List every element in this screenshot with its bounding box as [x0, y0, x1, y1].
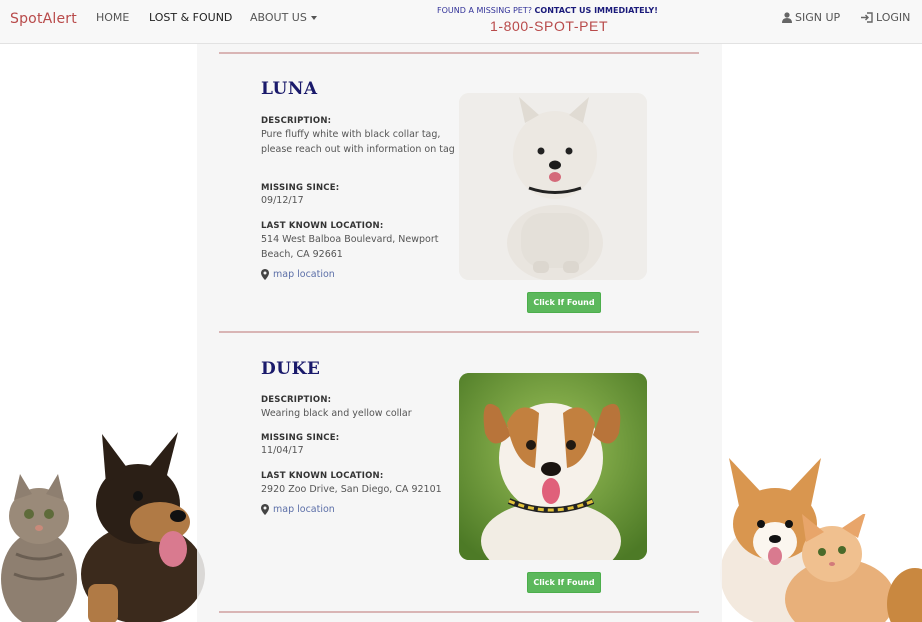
- hotline-banner: FOUND A MISSING PET? CONTACT US IMMEDIAT…: [437, 6, 658, 15]
- description-value: Pure fluffy white with black collar tag,…: [261, 129, 455, 155]
- jack-russell-dog-image: [459, 373, 647, 560]
- description-label: DESCRIPTION:: [261, 395, 332, 405]
- divider: [219, 611, 699, 613]
- map-location-label: map location: [273, 504, 335, 515]
- missing-since-value: 11/04/17: [261, 445, 304, 456]
- login-label: LOGIN: [876, 11, 911, 24]
- navbar: SpotAlert HOME LOST & FOUND ABOUT US FOU…: [0, 0, 922, 44]
- click-if-found-button[interactable]: Click If Found: [527, 292, 601, 313]
- pet-name: LUNA: [261, 79, 318, 99]
- map-location-link[interactable]: map location: [261, 504, 335, 515]
- hotline-cta[interactable]: CONTACT US IMMEDIATELY!: [535, 6, 658, 15]
- missing-since-label: MISSING SINCE:: [261, 433, 340, 443]
- hotline-prefix: FOUND A MISSING PET?: [437, 6, 532, 15]
- map-marker-icon: [261, 504, 269, 515]
- signup-label: SIGN UP: [795, 11, 841, 24]
- nav-about-us[interactable]: ABOUT US: [250, 11, 317, 24]
- pet-photo-luna: [459, 93, 647, 280]
- login-link[interactable]: LOGIN: [861, 11, 910, 24]
- pet-name: DUKE: [261, 359, 321, 379]
- user-icon: [782, 12, 792, 23]
- location-value: 2920 Zoo Drive, San Diego, CA 92101: [261, 484, 442, 495]
- map-location-link[interactable]: map location: [261, 269, 335, 280]
- nav-home[interactable]: HOME: [96, 11, 129, 24]
- location-value: 514 West Balboa Boulevard, Newport Beach…: [261, 234, 439, 260]
- partial-pet-right-image: [887, 568, 922, 622]
- login-icon: [861, 12, 873, 23]
- missing-since-value: 09/12/17: [261, 195, 304, 206]
- divider: [219, 52, 699, 54]
- lost-pets-panel: LUNA DESCRIPTION: Pure fluffy white with…: [197, 44, 722, 622]
- nav-lost-found[interactable]: LOST & FOUND: [149, 11, 232, 24]
- map-marker-icon: [261, 269, 269, 280]
- pet-photo-duke: [459, 373, 647, 560]
- orange-kitten-image: [785, 514, 895, 622]
- map-location-label: map location: [273, 269, 335, 280]
- click-if-found-button[interactable]: Click If Found: [527, 572, 601, 593]
- nav-about-us-label: ABOUT US: [250, 11, 307, 24]
- description-label: DESCRIPTION:: [261, 116, 332, 126]
- german-shepherd-image: [81, 432, 205, 622]
- brand-logo[interactable]: SpotAlert: [10, 11, 77, 27]
- location-label: LAST KNOWN LOCATION:: [261, 221, 384, 231]
- hotline-number[interactable]: 1-800-SPOT-PET: [490, 18, 608, 34]
- location-label: LAST KNOWN LOCATION:: [261, 471, 384, 481]
- westie-dog-image: [459, 93, 647, 280]
- caret-down-icon: [310, 16, 317, 20]
- divider: [219, 331, 699, 333]
- description-value: Wearing black and yellow collar: [261, 408, 412, 419]
- missing-since-label: MISSING SINCE:: [261, 183, 340, 193]
- signup-link[interactable]: SIGN UP: [782, 11, 840, 24]
